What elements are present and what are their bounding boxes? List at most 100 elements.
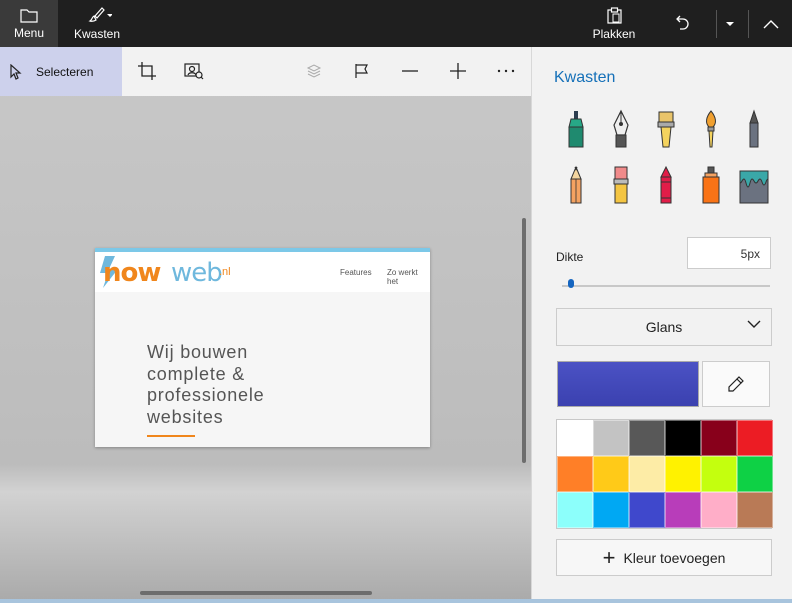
add-color-label: Kleur toevoegen (623, 549, 726, 566)
palette-color-swatch[interactable] (665, 420, 701, 456)
texture-dropdown-value: Glans (645, 319, 683, 335)
palette-color-swatch[interactable] (737, 492, 773, 528)
flat-brush[interactable] (651, 109, 681, 149)
palette-color-swatch[interactable] (701, 492, 737, 528)
fountain-pen-brush[interactable] (606, 109, 636, 149)
toolbar-separator (716, 10, 717, 38)
magic-select-button[interactable] (182, 59, 206, 83)
palette-color-swatch[interactable] (557, 420, 593, 456)
palette-color-swatch[interactable] (629, 456, 665, 492)
eraser-icon (613, 166, 629, 204)
fountain-pen-icon (613, 109, 629, 148)
headline: Wij bouwen complete & professionele webs… (147, 342, 407, 428)
paint-bucket-icon (739, 170, 769, 204)
zoom-out-button[interactable] (398, 59, 422, 83)
spray-can-icon (702, 166, 720, 204)
palette-color-swatch[interactable] (593, 420, 629, 456)
flag-button[interactable] (350, 59, 374, 83)
toolbar-separator (748, 10, 749, 38)
texture-dropdown[interactable]: Glans (556, 308, 772, 346)
undo-icon (676, 15, 689, 30)
round-brush[interactable] (696, 109, 726, 149)
horizontal-scrollbar[interactable] (140, 591, 372, 595)
thickness-slider[interactable] (562, 285, 770, 287)
canvas-image[interactable]: now web .nl Features Zo werkt het Wij bo… (95, 248, 430, 447)
headline-underline (147, 435, 195, 437)
crop-button[interactable] (135, 59, 159, 83)
paste-button[interactable]: Plakken (586, 0, 642, 47)
calligraphy-pen-icon (568, 111, 584, 148)
window-bottom-edge (0, 599, 792, 603)
pencil-brush[interactable] (561, 165, 591, 205)
palette-color-swatch[interactable] (665, 492, 701, 528)
spray-can-brush[interactable] (696, 165, 726, 205)
brushes-panel: Kwasten Dikte 5px Glans + Kleur toevoege… (531, 47, 792, 603)
stack-icon (306, 64, 322, 78)
palette-color-swatch[interactable] (737, 420, 773, 456)
palette-color-swatch[interactable] (629, 492, 665, 528)
headline-line: Wij bouwen (147, 342, 249, 362)
thickness-slider-thumb[interactable] (568, 279, 575, 288)
chevron-down-icon (747, 320, 761, 328)
palette-color-swatch[interactable] (665, 456, 701, 492)
palette-color-swatch[interactable] (701, 456, 737, 492)
minus-icon (402, 70, 418, 72)
magic-select-icon (184, 63, 204, 80)
undo-button[interactable] (662, 0, 702, 47)
palette-color-swatch[interactable] (557, 492, 593, 528)
clipboard-icon (606, 6, 622, 24)
palette-color-swatch[interactable] (593, 456, 629, 492)
logo-tld-text: .nl (219, 266, 231, 278)
paint-bucket-brush[interactable] (737, 165, 769, 205)
sticker-button[interactable] (302, 59, 326, 83)
eyedropper-icon (728, 376, 744, 392)
cursor-icon (10, 63, 22, 80)
crayon-icon (660, 165, 672, 204)
palette-color-swatch[interactable] (737, 456, 773, 492)
chevron-up-icon (763, 19, 779, 28)
flag-icon (355, 64, 368, 78)
thickness-input[interactable]: 5px (687, 237, 771, 269)
palette-color-swatch[interactable] (593, 492, 629, 528)
website-header: now web .nl Features Zo werkt het (95, 252, 430, 292)
palette-color-swatch[interactable] (629, 420, 665, 456)
nav-how-it-works: Zo werkt het (387, 268, 418, 286)
zoom-in-button[interactable] (446, 59, 470, 83)
eyedropper-button[interactable] (702, 361, 770, 407)
plus-icon: + (602, 544, 616, 570)
palette-color-swatch[interactable] (701, 420, 737, 456)
collapse-ribbon-button[interactable] (750, 0, 792, 47)
top-bar: Menu Kwasten Plakken (0, 0, 792, 47)
paste-label: Plakken (592, 26, 636, 41)
headline-line: complete & (147, 363, 246, 384)
crayon-brush[interactable] (651, 165, 681, 205)
history-dropdown-button[interactable] (718, 0, 742, 47)
brushes-tab[interactable]: Kwasten (66, 0, 128, 47)
round-brush-icon (706, 110, 716, 148)
marker-brush[interactable] (739, 109, 769, 149)
pencil-icon (570, 165, 582, 204)
plus-icon (450, 63, 466, 79)
chevron-down-icon (726, 21, 734, 26)
nav-features: Features (340, 268, 372, 277)
color-palette (556, 419, 773, 529)
add-color-button[interactable]: + Kleur toevoegen (556, 539, 772, 576)
more-options-button[interactable] (494, 59, 518, 83)
panel-title: Kwasten (554, 69, 616, 86)
menu-label: Menu (13, 25, 45, 40)
vertical-scrollbar[interactable] (522, 218, 526, 463)
eraser-brush[interactable] (606, 165, 636, 205)
more-icon (497, 69, 515, 73)
select-button[interactable]: Selecteren (0, 47, 122, 96)
current-color-swatch[interactable] (557, 361, 699, 407)
marker-icon (749, 109, 759, 148)
folder-icon (20, 8, 38, 23)
canvas-toolbar: Selecteren (0, 47, 531, 96)
crop-icon (138, 62, 156, 80)
flat-brush-icon (657, 111, 675, 148)
menu-button[interactable]: Menu (0, 0, 58, 47)
calligraphy-pen-brush[interactable] (561, 109, 591, 149)
brushes-tab-label: Kwasten (73, 26, 121, 41)
palette-color-swatch[interactable] (557, 456, 593, 492)
logo-web-text: web (171, 258, 223, 288)
